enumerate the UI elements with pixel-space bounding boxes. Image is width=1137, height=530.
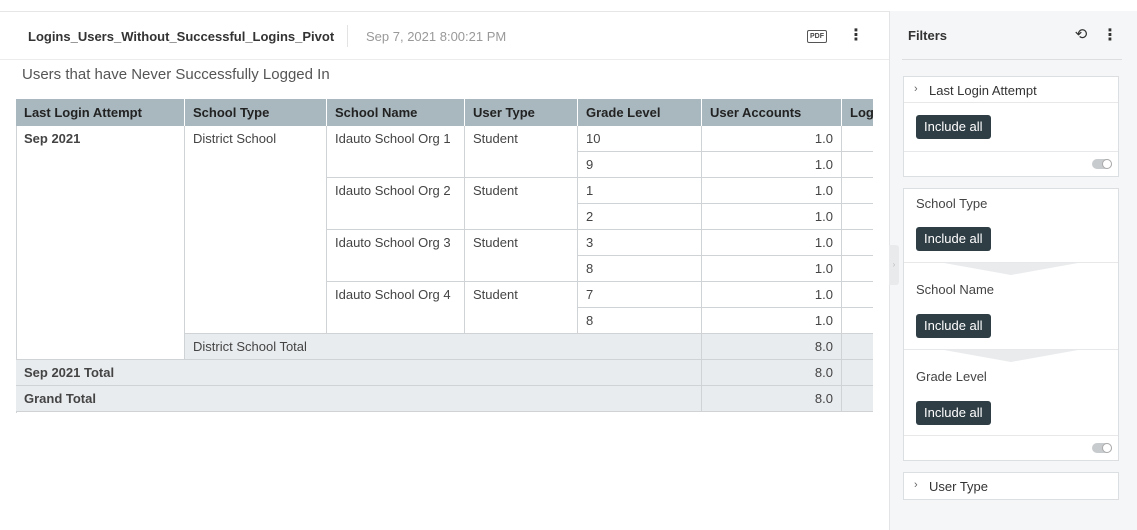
column-header-user-type[interactable]: User Type	[465, 99, 578, 126]
pivot-table: Last Login Attempt School Type School Na…	[16, 99, 873, 413]
include-all-button-last-login-attempt[interactable]: Include all	[916, 115, 991, 139]
cell-user-accounts: 1.0	[702, 126, 842, 152]
row-label-school-type-total: District School Total	[185, 334, 702, 360]
cell-log	[842, 308, 873, 334]
report-subtitle: Users that have Never Successfully Logge…	[22, 66, 330, 83]
cascade-connector	[944, 263, 1078, 275]
column-header-grade-level[interactable]: Grade Level	[578, 99, 702, 126]
include-all-button-grade-level[interactable]: Include all	[916, 401, 991, 425]
filter-header-last-login-attempt[interactable]: › Last Login Attempt	[904, 77, 1118, 103]
cell-log	[842, 282, 873, 308]
cell-user-accounts: 1.0	[702, 152, 842, 178]
column-header-log[interactable]: Log	[842, 99, 873, 126]
column-header-school-type[interactable]: School Type	[185, 99, 327, 126]
report-main: Logins_Users_Without_Successful_Logins_P…	[0, 0, 889, 530]
cell-user-accounts: 1.0	[702, 256, 842, 282]
filter-label-school-name: School Name	[916, 282, 995, 297]
cell-grade-level: 10	[578, 126, 702, 152]
report-title: Logins_Users_Without_Successful_Logins_P…	[28, 29, 335, 44]
cell-log	[842, 256, 873, 282]
cell-user-accounts: 1.0	[702, 230, 842, 256]
filter-card-user-type: › User Type	[903, 472, 1119, 500]
column-header-user-accounts[interactable]: User Accounts	[702, 99, 842, 126]
cell-grand-total-value: 8.0	[702, 386, 842, 412]
cell-user-accounts: 1.0	[702, 282, 842, 308]
cell-school-name: Idauto School Org 3	[327, 230, 465, 282]
header-divider	[347, 25, 348, 47]
cell-school-name: Idauto School Org 2	[327, 178, 465, 230]
cascade-connector	[944, 350, 1078, 362]
cell-grade-level: 3	[578, 230, 702, 256]
filter-card-last-login-attempt: › Last Login Attempt Include all	[903, 76, 1119, 177]
cell-user-type: Student	[465, 230, 578, 282]
cell-user-type: Student	[465, 282, 578, 334]
row-label-month-total: Sep 2021 Total	[16, 360, 702, 386]
filter-label-grade-level: Grade Level	[916, 369, 987, 384]
cell-log	[842, 126, 873, 152]
cell-user-type: Student	[465, 178, 578, 230]
report-header: Logins_Users_Without_Successful_Logins_P…	[0, 12, 889, 60]
report-timestamp: Sep 7, 2021 8:00:21 PM	[366, 29, 507, 44]
cell-grade-level: 2	[578, 204, 702, 230]
cell-log	[842, 178, 873, 204]
chevron-right-icon: ›	[914, 479, 918, 491]
column-header-last-login-attempt[interactable]: Last Login Attempt	[16, 99, 185, 126]
panel-collapse-handle[interactable]: ›	[889, 245, 899, 285]
cell-log	[842, 334, 873, 360]
cell-grade-level: 9	[578, 152, 702, 178]
cell-month-total-value: 8.0	[702, 360, 842, 386]
filters-title: Filters	[908, 28, 948, 43]
filter-label-last-login-attempt: Last Login Attempt	[929, 83, 1037, 98]
cell-grade-level: 8	[578, 308, 702, 334]
cell-school-type: District School	[185, 126, 327, 334]
cell-log	[842, 204, 873, 230]
cell-grade-level: 1	[578, 178, 702, 204]
filter-header-user-type[interactable]: › User Type	[904, 473, 1118, 499]
cell-last-login-attempt: Sep 2021	[16, 126, 185, 360]
cell-log	[842, 360, 873, 386]
cell-user-type: Student	[465, 126, 578, 178]
filter-toggle[interactable]	[1092, 443, 1112, 453]
cell-log	[842, 152, 873, 178]
row-label-grand-total: Grand Total	[16, 386, 702, 412]
filter-toggle[interactable]	[1092, 159, 1112, 169]
cell-user-accounts: 1.0	[702, 204, 842, 230]
chevron-right-icon: ›	[914, 83, 918, 95]
pdf-export-icon[interactable]: PDF	[807, 30, 827, 43]
cell-school-name: Idauto School Org 4	[327, 282, 465, 334]
cell-school-type-total-value: 8.0	[702, 334, 842, 360]
filter-card-cascading: School Type Include all School Name Incl…	[903, 188, 1119, 461]
refresh-icon[interactable]: ⟲	[1073, 26, 1089, 44]
filter-label-school-type: School Type	[916, 196, 988, 211]
cell-school-name: Idauto School Org 1	[327, 126, 465, 178]
cell-log	[842, 230, 873, 256]
cell-user-accounts: 1.0	[702, 308, 842, 334]
include-all-button-school-type[interactable]: Include all	[916, 227, 991, 251]
cell-grade-level: 8	[578, 256, 702, 282]
app-root: Logins_Users_Without_Successful_Logins_P…	[0, 0, 1137, 530]
filter-label-user-type: User Type	[929, 479, 989, 494]
report-more-menu-icon[interactable]: ⋮	[848, 26, 864, 46]
filters-panel: Filters ⟲ ⋮ › Last Login Attempt Include…	[889, 11, 1137, 530]
cell-grade-level: 7	[578, 282, 702, 308]
cell-user-accounts: 1.0	[702, 178, 842, 204]
column-header-school-name[interactable]: School Name	[327, 99, 465, 126]
filters-divider	[902, 59, 1122, 60]
filters-more-menu-icon[interactable]: ⋮	[1102, 26, 1118, 46]
cell-log	[842, 386, 873, 412]
include-all-button-school-name[interactable]: Include all	[916, 314, 991, 338]
